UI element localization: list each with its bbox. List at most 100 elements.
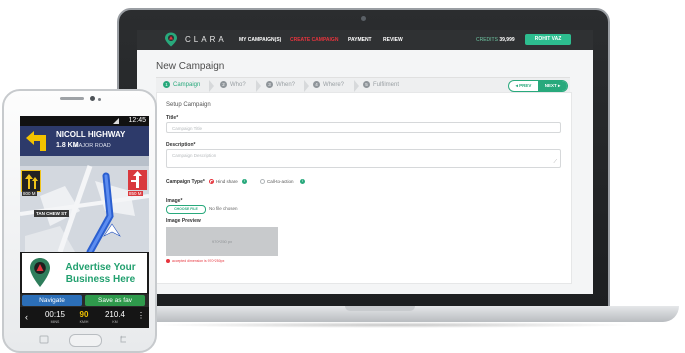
step-label: Fulfilment xyxy=(373,81,400,88)
next-button[interactable]: NEXT ▸ xyxy=(538,81,567,91)
laptop-shadow xyxy=(150,322,640,328)
trip-info-bar: ‹ 00:15 MINS 90 KM/H 210.4 KM ⋮ xyxy=(20,307,149,328)
lane-guidance-icon xyxy=(21,170,41,192)
no-file-text: No file chosen xyxy=(209,206,238,211)
trip-time-unit: MINS xyxy=(50,320,60,324)
step-label: Who? xyxy=(230,81,246,88)
prev-button[interactable]: ◂ PREV xyxy=(509,81,538,91)
radio-call-to-action[interactable] xyxy=(260,179,265,184)
image-preview-box: 970*250 px xyxy=(166,227,278,256)
step-number: 3 xyxy=(266,81,273,88)
poi-icon[interactable] xyxy=(128,170,147,190)
status-time: 12:45 xyxy=(128,117,146,124)
junction-icon xyxy=(131,171,142,188)
prev-next-control: ◂ PREV NEXT ▸ xyxy=(508,80,568,92)
ad-text-line2: Business Here xyxy=(65,274,136,285)
nav-my-campaigns[interactable]: MY CAMPAIGN(S) xyxy=(239,37,281,43)
info-icon[interactable]: i xyxy=(242,179,247,184)
save-as-fav-button[interactable]: Save as fav xyxy=(85,295,145,306)
laptop-screen: CLARA MY CAMPAIGN(S) CREATE CAMPAIGN PAY… xyxy=(137,30,593,294)
step-campaign[interactable]: 1 Campaign xyxy=(163,81,200,88)
navigate-button[interactable]: Navigate xyxy=(22,295,82,306)
nav-payment[interactable]: PAYMENT xyxy=(348,37,372,43)
prev-label: PREV xyxy=(519,83,532,88)
nav-review[interactable]: REVIEW xyxy=(383,37,403,43)
radio-hind-share[interactable] xyxy=(209,179,214,184)
return-icon[interactable] xyxy=(118,335,128,344)
credits-value: 39,999 xyxy=(499,37,515,43)
step-who[interactable]: 2 Who? xyxy=(220,81,246,88)
speed-value: 90 xyxy=(79,310,89,319)
brand-name: CLARA xyxy=(185,35,227,44)
more-vertical-icon[interactable]: ⋮ xyxy=(137,311,145,320)
trip-time-value: 00:15 xyxy=(44,310,66,319)
step-label: Campaign xyxy=(173,81,201,88)
info-icon[interactable]: i xyxy=(300,179,305,184)
map-pin-icon xyxy=(165,32,177,47)
resize-handle-icon[interactable]: ⟋ xyxy=(553,159,557,165)
lane-arrows-icon xyxy=(25,174,38,189)
phone-screen: 12:45 NICOLL HIGHWAY 1.8 KM MAJOR ROAD 8… xyxy=(20,116,149,328)
road-type: MAJOR ROAD xyxy=(74,143,111,149)
wizard-steps: 1 Campaign 2 Who? 3 When? 4 Where? 5 Ful… xyxy=(156,77,570,93)
step-number: 5 xyxy=(363,81,370,88)
navigation-map[interactable]: 800 M 850 M TAN CHEW ST xyxy=(20,156,149,252)
next-label: NEXT xyxy=(544,83,557,88)
step-fulfilment[interactable]: 5 Fulfilment xyxy=(363,81,399,88)
speed-unit: KM/H xyxy=(79,320,89,324)
nav-create-campaign[interactable]: CREATE CAMPAIGN xyxy=(290,37,338,43)
phone-camera xyxy=(90,96,95,101)
credits-display: CREDITS 39,999 xyxy=(476,37,515,43)
alert-icon xyxy=(166,259,170,264)
user-menu-button[interactable]: ROHIT VAZ xyxy=(525,34,571,45)
credits-label: CREDITS xyxy=(476,37,498,43)
step-separator-icon xyxy=(256,80,261,92)
step-when[interactable]: 3 When? xyxy=(266,81,295,88)
preview-note-text: accepted dimension is 970*250px xyxy=(172,259,225,263)
map-pin-icon xyxy=(30,258,50,287)
step-number: 1 xyxy=(163,81,170,88)
choose-file-button[interactable]: CHOOSE FILE xyxy=(166,205,206,214)
laptop-camera xyxy=(361,16,366,21)
step-number: 4 xyxy=(313,81,320,88)
campaign-type-label: Campaign Type* xyxy=(166,179,205,185)
top-navigation: CLARA MY CAMPAIGN(S) CREATE CAMPAIGN PAY… xyxy=(137,30,593,50)
laptop-notch xyxy=(345,306,415,311)
page-title: New Campaign xyxy=(156,61,225,72)
signal-icon xyxy=(113,118,119,124)
phone-action-bar: Navigate Save as fav xyxy=(20,294,149,307)
step-separator-icon xyxy=(209,80,214,92)
image-preview-label: Image Preview xyxy=(166,218,201,224)
radio-call-to-action-label: Call-to-action xyxy=(267,179,294,184)
street-label: TAN CHEW ST xyxy=(34,210,69,217)
image-label: Image* xyxy=(166,198,183,204)
turn-left-arrow-icon xyxy=(26,131,46,151)
title-label: Title* xyxy=(166,115,179,121)
remaining-distance-unit: KM xyxy=(112,320,118,324)
home-button[interactable] xyxy=(69,334,102,347)
navigation-header: NICOLL HIGHWAY 1.8 KM MAJOR ROAD xyxy=(20,126,149,156)
step-label: When? xyxy=(276,81,296,88)
status-bar: 12:45 xyxy=(20,116,149,126)
step-separator-icon xyxy=(304,80,309,92)
back-icon[interactable] xyxy=(39,335,49,344)
preview-dimension-note: accepted dimension is 970*250px xyxy=(166,259,225,264)
campaign-title-input[interactable]: Campaign Title xyxy=(166,122,561,133)
step-separator-icon xyxy=(354,80,359,92)
ad-banner[interactable]: Advertise Your Business Here xyxy=(22,253,147,293)
step-where[interactable]: 4 Where? xyxy=(313,81,344,88)
section-title: Setup Campaign xyxy=(166,102,211,108)
step-label: Where? xyxy=(323,81,345,88)
poi-distance: 850 M xyxy=(128,191,143,196)
ad-text-line1: Advertise Your xyxy=(65,262,136,273)
radio-hind-share-label: Hind share xyxy=(216,179,238,184)
chevron-left-icon[interactable]: ‹ xyxy=(25,312,28,322)
lane-distance: 800 M xyxy=(22,191,37,196)
step-number: 2 xyxy=(220,81,227,88)
road-name: NICOLL HIGHWAY xyxy=(56,130,126,139)
campaign-description-textarea[interactable]: Campaign Description ⟋ xyxy=(166,149,561,168)
description-label: Description* xyxy=(166,142,196,148)
phone-speaker xyxy=(60,97,84,100)
remaining-distance-value: 210.4 xyxy=(104,310,126,319)
phone-sensor xyxy=(98,98,101,101)
